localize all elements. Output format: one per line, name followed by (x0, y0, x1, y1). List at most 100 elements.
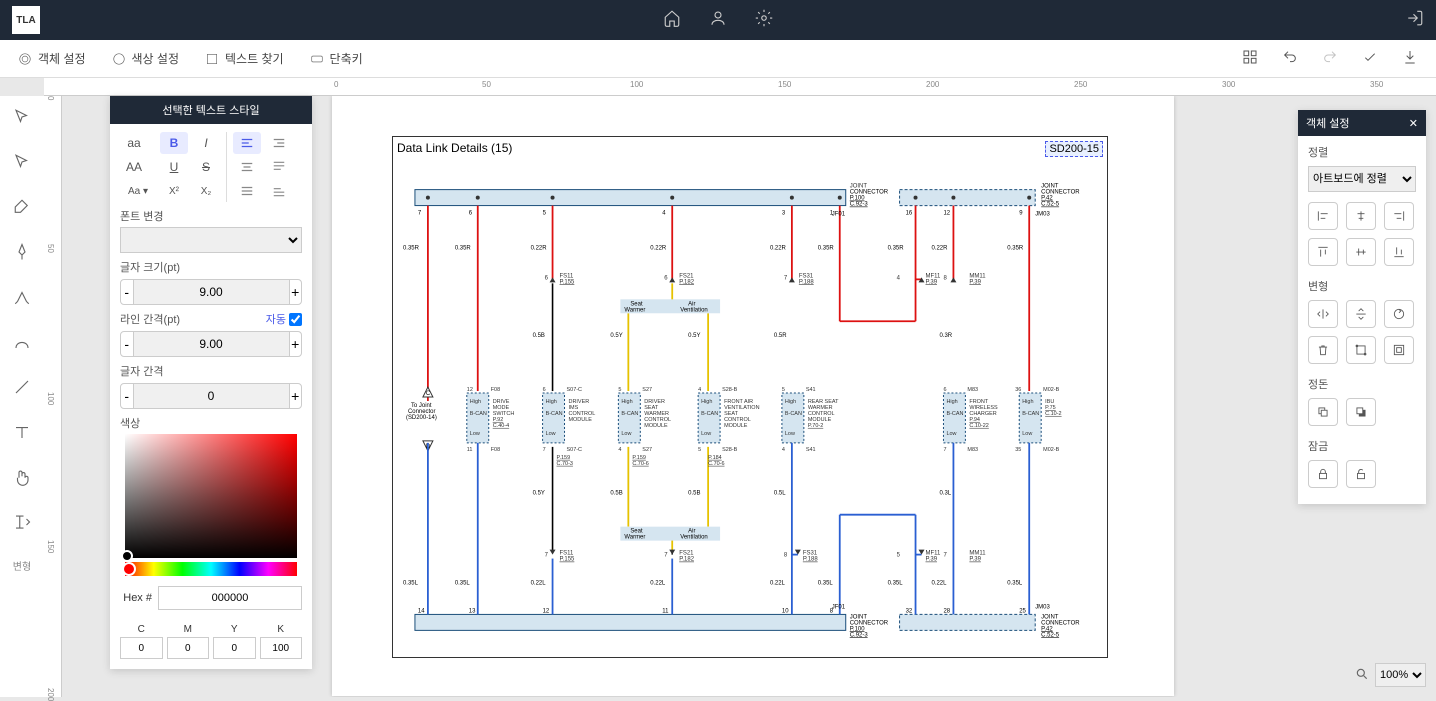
lock-icon[interactable] (1308, 460, 1338, 488)
align-center-button[interactable] (233, 156, 261, 178)
bring-front-icon[interactable] (1308, 398, 1338, 426)
cursor-icon[interactable] (13, 108, 31, 131)
font-size-decrease[interactable]: - (120, 279, 134, 305)
direct-select-icon[interactable] (13, 153, 31, 176)
letter-spacing-label: 글자 간격 (120, 363, 302, 379)
curve-icon[interactable] (13, 333, 31, 356)
lowercase-button[interactable]: aa (120, 132, 148, 154)
align-hcenter-icon[interactable] (1346, 202, 1376, 230)
zoom-select[interactable]: 100% (1375, 663, 1426, 687)
shortcut-button[interactable]: 단축키 (310, 50, 363, 67)
font-size-input[interactable] (134, 279, 289, 305)
toolbar-label: 텍스트 찾기 (225, 50, 284, 67)
svg-text:S27: S27 (642, 387, 652, 393)
color-cursor[interactable] (121, 550, 133, 562)
svg-text:B-CAN: B-CAN (946, 411, 963, 417)
hue-cursor[interactable] (122, 562, 136, 576)
svg-text:0.22R: 0.22R (770, 245, 787, 251)
diagram-title: Data Link Details (15) (397, 141, 512, 155)
align-top-button[interactable] (265, 156, 293, 178)
hue-slider[interactable] (125, 562, 297, 576)
home-icon[interactable] (663, 9, 681, 32)
logout-icon[interactable] (1406, 9, 1424, 32)
svg-text:C.52-5: C.52-5 (1041, 202, 1060, 208)
cmyk-y-input[interactable] (213, 637, 256, 659)
align-right-button[interactable] (265, 132, 293, 154)
delete-icon[interactable] (1308, 336, 1338, 364)
check-icon[interactable] (1362, 49, 1378, 68)
align-target-select[interactable]: 아트보드에 정렬 (1308, 166, 1416, 192)
line-spacing-input[interactable] (134, 331, 289, 357)
letter-spacing-increase[interactable]: + (289, 383, 303, 409)
align-left-icon[interactable] (1308, 202, 1338, 230)
align-bottom-button[interactable] (265, 180, 293, 202)
svg-text:B-CAN: B-CAN (701, 411, 718, 417)
svg-text:M02-B: M02-B (1043, 387, 1059, 393)
svg-text:0.3L: 0.3L (939, 491, 951, 497)
underline-button[interactable]: U (160, 156, 188, 178)
text-find-button[interactable]: 텍스트 찾기 (205, 50, 284, 67)
line-icon[interactable] (13, 378, 31, 401)
line-spacing-decrease[interactable]: - (120, 331, 134, 357)
align-left-button[interactable] (233, 132, 261, 154)
bold-button[interactable]: B (160, 132, 188, 154)
topbar-center-icons (663, 9, 773, 32)
close-icon[interactable]: ✕ (1409, 117, 1418, 130)
export-icon[interactable] (13, 513, 31, 536)
object-settings-button[interactable]: 객체 설정 (18, 50, 86, 67)
hex-input[interactable] (158, 586, 302, 610)
svg-text:0.35R: 0.35R (403, 245, 420, 251)
svg-text:4: 4 (897, 275, 901, 281)
rotate-icon[interactable] (1384, 300, 1414, 328)
svg-text:0.5B: 0.5B (533, 333, 545, 339)
wiring-diagram[interactable]: Data Link Details (15) SD200-15 JOINTCON… (392, 136, 1108, 658)
align-justify-button[interactable] (233, 180, 261, 202)
scale-icon[interactable] (1346, 336, 1376, 364)
pen-icon[interactable] (13, 243, 31, 266)
align-vcenter-icon[interactable] (1346, 238, 1376, 266)
cmyk-m-input[interactable] (167, 637, 210, 659)
align-bottom-icon[interactable] (1384, 238, 1414, 266)
zoom-search-icon[interactable] (1355, 667, 1369, 684)
settings-icon[interactable] (755, 9, 773, 32)
line-spacing-increase[interactable]: + (289, 331, 303, 357)
subscript-button[interactable]: X₂ (192, 180, 220, 202)
fit-icon[interactable] (1384, 336, 1414, 364)
paint-icon[interactable] (13, 198, 31, 221)
flip-vertical-icon[interactable] (1346, 300, 1376, 328)
send-back-icon[interactable] (1346, 398, 1376, 426)
svg-text:S28-B: S28-B (722, 387, 738, 393)
unlock-icon[interactable] (1346, 460, 1376, 488)
font-size-increase[interactable]: + (289, 279, 303, 305)
color-saturation-area[interactable] (125, 434, 297, 558)
download-icon[interactable] (1402, 49, 1418, 68)
letter-spacing-decrease[interactable]: - (120, 383, 134, 409)
svg-text:S27: S27 (642, 447, 652, 453)
font-family-select[interactable] (120, 227, 302, 253)
case-dropdown[interactable]: Aa ▾ (120, 180, 156, 202)
anchor-icon[interactable] (13, 288, 31, 311)
align-right-icon[interactable] (1384, 202, 1414, 230)
diagram-code[interactable]: SD200-15 (1045, 141, 1103, 157)
cmyk-k-input[interactable] (260, 637, 303, 659)
align-top-icon[interactable] (1308, 238, 1338, 266)
italic-button[interactable]: I (192, 132, 220, 154)
flip-horizontal-icon[interactable] (1308, 300, 1338, 328)
svg-text:High: High (470, 399, 481, 405)
undo-icon[interactable] (1282, 49, 1298, 68)
redo-icon[interactable] (1322, 49, 1338, 68)
superscript-button[interactable]: X² (160, 180, 188, 202)
strikethrough-button[interactable]: S (192, 156, 220, 178)
grid-icon[interactable] (1242, 49, 1258, 68)
artboard[interactable]: Data Link Details (15) SD200-15 JOINTCON… (332, 96, 1174, 696)
letter-spacing-input[interactable] (134, 383, 289, 409)
hand-icon[interactable] (13, 468, 31, 491)
left-bottom-icons (0, 623, 44, 697)
svg-text:4: 4 (618, 447, 621, 453)
uppercase-button[interactable]: AA (120, 156, 148, 178)
text-icon[interactable] (13, 423, 31, 446)
user-icon[interactable] (709, 9, 727, 32)
cmyk-c-input[interactable] (120, 637, 163, 659)
auto-line-spacing-checkbox[interactable] (289, 313, 302, 326)
color-settings-button[interactable]: 색상 설정 (112, 50, 180, 67)
